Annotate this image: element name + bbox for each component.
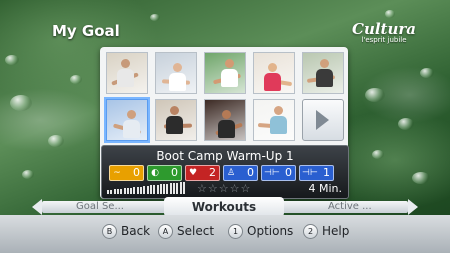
workout-thumb-1[interactable]	[106, 52, 148, 94]
nav-left-arrow-icon[interactable]	[32, 199, 42, 215]
figure-head	[121, 59, 130, 68]
intensity-bar	[120, 188, 123, 194]
workout-thumb-2[interactable]	[155, 52, 197, 94]
workout-name: Boot Camp Warm-Up 1	[156, 149, 294, 163]
next-page-button[interactable]	[302, 99, 344, 141]
workout-info-panel: Boot Camp Warm-Up 1 ~0 ◐ 0 ♥ 2 ♙ 0 ⊣⊢ 0 ⊣⊢ 1 ☆☆☆☆☆…	[101, 145, 349, 199]
page-title: My Goal	[52, 22, 120, 40]
workout-thumb-4[interactable]	[253, 52, 295, 94]
hint-options-label: Options	[247, 224, 294, 238]
cardio-icon: ~	[113, 168, 121, 178]
stat-value: 2	[209, 166, 216, 179]
stat-value: 1	[323, 166, 330, 179]
intensity-bar	[153, 185, 156, 194]
figure-head	[222, 110, 231, 119]
intensity-bar	[136, 186, 139, 194]
hint-back-label: Back	[121, 224, 151, 238]
logo-tagline: l'esprit jubile	[361, 36, 407, 44]
figure-body	[166, 116, 183, 134]
nav-right-arrow-icon[interactable]	[408, 199, 418, 215]
chevron-right-icon	[316, 110, 329, 130]
stat-cardio: ~0	[109, 165, 144, 181]
hint-back[interactable]: B Back	[102, 223, 150, 239]
intensity-bar	[146, 185, 149, 194]
intensity-bar	[159, 184, 162, 194]
hint-select[interactable]: A Select	[158, 223, 214, 239]
figure-body	[117, 69, 134, 87]
intensity-bar	[182, 181, 185, 194]
figure-head	[268, 63, 277, 72]
stat-value: 0	[247, 166, 254, 179]
intensity-bar	[123, 188, 126, 194]
hint-help[interactable]: 2 Help	[303, 223, 349, 239]
stat-value: 0	[171, 166, 178, 179]
intensity-bar	[130, 187, 133, 194]
intensity-bar	[107, 190, 109, 194]
strength-icon: ⊣⊢	[264, 168, 280, 178]
nav-next-tab[interactable]: Active ...	[328, 201, 372, 213]
one-button-icon: 1	[228, 224, 243, 239]
two-button-icon: 2	[303, 224, 318, 239]
workout-thumb-3[interactable]	[204, 52, 246, 94]
hint-options[interactable]: 1 Options	[228, 223, 293, 239]
intensity-bar	[149, 185, 152, 194]
button-hint-bar: B Back A Select 1 Options 2 Help	[0, 215, 450, 253]
figure-body	[221, 69, 238, 87]
b-button-icon: B	[102, 224, 117, 239]
workout-thumb-6[interactable]	[106, 99, 148, 141]
intensity-bar	[156, 184, 159, 194]
workout-thumb-8[interactable]	[204, 99, 246, 141]
hint-help-label: Help	[322, 224, 350, 238]
intensity-bar	[140, 186, 142, 194]
nav-current-tab[interactable]: Workouts	[164, 197, 284, 217]
intensity-bar	[163, 184, 166, 194]
stat-balance: ◐ 0	[147, 165, 182, 181]
intensity-bar	[179, 182, 182, 194]
intensity-bar	[126, 187, 129, 194]
a-button-icon: A	[158, 224, 173, 239]
intensity-bar	[173, 183, 175, 194]
intensity-bar	[113, 189, 116, 194]
rating-stars: ☆☆☆☆☆	[197, 182, 252, 195]
figure-head	[320, 59, 329, 68]
intensity-bar	[110, 189, 113, 194]
workout-duration: 4 Min.	[308, 182, 342, 195]
balance-icon: ◐	[151, 168, 159, 178]
intensity-bar	[166, 183, 169, 194]
intensity-bar	[169, 183, 172, 194]
weights-icon: ⊣⊢	[302, 168, 318, 178]
body-icon: ♙	[226, 168, 236, 178]
figure-head	[173, 63, 182, 72]
figure-body	[270, 116, 287, 134]
figure-body	[264, 73, 281, 91]
nav-prev-tab[interactable]: Goal Se...	[76, 201, 124, 213]
figure-head	[225, 59, 234, 68]
figure-head	[127, 110, 136, 119]
intensity-bar	[176, 182, 179, 194]
figure-head	[170, 106, 179, 115]
section-nav: Goal Se... Workouts Active ...	[32, 197, 418, 217]
figure-body	[316, 69, 333, 87]
stat-value: 0	[285, 166, 292, 179]
stat-body: ♙ 0	[223, 165, 258, 181]
workout-thumb-5[interactable]	[302, 52, 344, 94]
figure-body	[169, 73, 186, 91]
workout-thumb-9[interactable]	[253, 99, 295, 141]
stat-strength: ⊣⊢ 0	[261, 165, 296, 181]
intensity-bar	[143, 186, 146, 194]
figure-head	[274, 106, 283, 115]
figure-body	[218, 120, 235, 138]
cultura-logo: Cultura l'esprit jubile	[352, 20, 416, 44]
intensity-bar	[116, 188, 119, 194]
heart-icon: ♥	[188, 168, 198, 178]
workout-thumb-7[interactable]	[155, 99, 197, 141]
stat-value: 0	[133, 166, 140, 179]
figure-body	[123, 120, 140, 138]
stat-heart: ♥ 2	[185, 165, 220, 181]
intensity-bar	[133, 187, 136, 194]
hint-select-label: Select	[177, 224, 215, 238]
stat-weights: ⊣⊢ 1	[299, 165, 334, 181]
